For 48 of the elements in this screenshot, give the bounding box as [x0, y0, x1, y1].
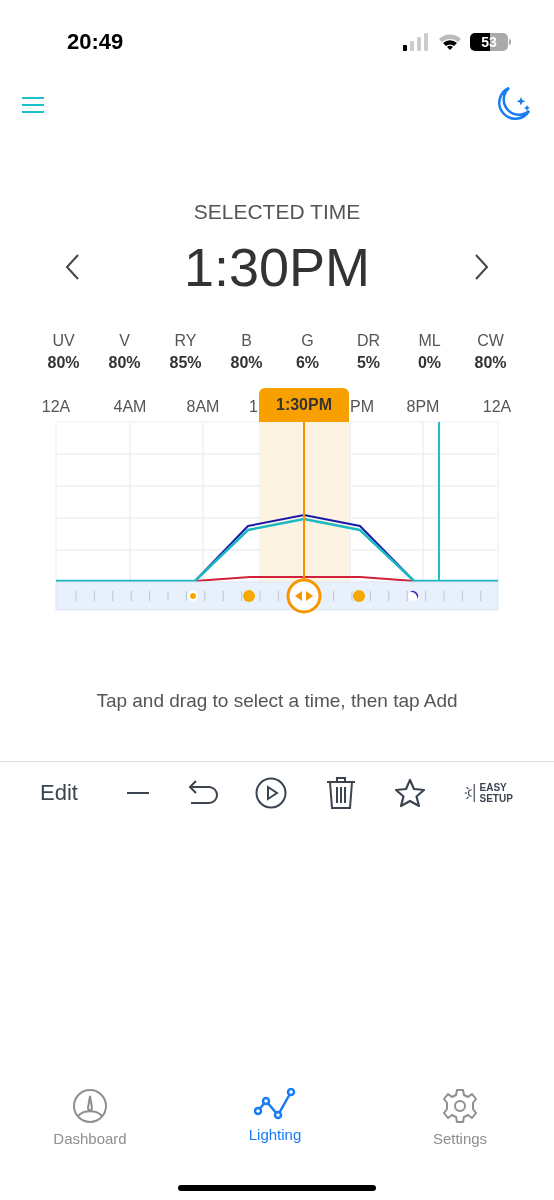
- line-chart-icon: [254, 1088, 296, 1120]
- wifi-icon: [438, 33, 462, 51]
- channel-value: 80%: [474, 354, 507, 372]
- channel-value: 80%: [230, 354, 263, 372]
- edit-button[interactable]: Edit: [40, 780, 122, 806]
- channel-value: 5%: [356, 354, 381, 372]
- channel-name: G: [301, 332, 314, 350]
- tab[interactable]: Lighting: [205, 1088, 345, 1147]
- channel-name: B: [241, 332, 252, 350]
- easy-setup-button[interactable]: EASY SETUP: [464, 778, 520, 808]
- play-icon[interactable]: [255, 777, 287, 809]
- channel-value: 0%: [417, 354, 442, 372]
- time-axis-label: 8AM: [186, 398, 220, 416]
- time-axis-label: PM: [350, 398, 374, 416]
- time-axis-label: 1: [249, 398, 258, 416]
- trash-icon[interactable]: [326, 776, 356, 810]
- clock-time: 20:49: [67, 29, 125, 55]
- time-axis-label: 12A: [41, 398, 71, 416]
- tab[interactable]: Dashboard: [20, 1088, 160, 1147]
- section-label: SELECTED TIME: [192, 200, 362, 224]
- moon-dot[interactable]: [408, 591, 418, 601]
- settings-icon: [442, 1088, 478, 1124]
- channel-value: 6%: [295, 354, 320, 372]
- sun-dot[interactable]: [243, 590, 255, 602]
- signal-icon: [402, 33, 430, 51]
- channel-name: DR: [356, 332, 381, 350]
- star-icon[interactable]: [394, 778, 426, 808]
- channel-name: CW: [477, 332, 504, 350]
- instruction-text: Tap and drag to select a time, then tap Add: [95, 690, 459, 713]
- channel-name: UV: [52, 332, 75, 350]
- minus-icon[interactable]: [126, 791, 150, 795]
- time-axis-label: 8PM: [406, 398, 440, 416]
- channel-name: V: [119, 332, 130, 350]
- channel-value: 80%: [47, 354, 80, 372]
- undo-icon[interactable]: [188, 779, 218, 807]
- tab[interactable]: Settings: [390, 1088, 530, 1147]
- gauge-icon: [72, 1088, 108, 1124]
- channel-name: ML: [418, 332, 441, 350]
- time-axis-label: 4AM: [113, 398, 147, 416]
- selected-time: 1:30PM: [183, 236, 371, 298]
- channel-value: 85%: [169, 354, 202, 372]
- sun-dot[interactable]: [353, 590, 365, 602]
- sunrise-dot[interactable]: [188, 591, 198, 601]
- channel-value: 80%: [108, 354, 141, 372]
- time-axis-label: 12A: [482, 398, 512, 416]
- drag-handle[interactable]: [286, 578, 322, 614]
- time-marker: 1:30PM: [259, 388, 349, 422]
- channel-name: RY: [174, 332, 197, 350]
